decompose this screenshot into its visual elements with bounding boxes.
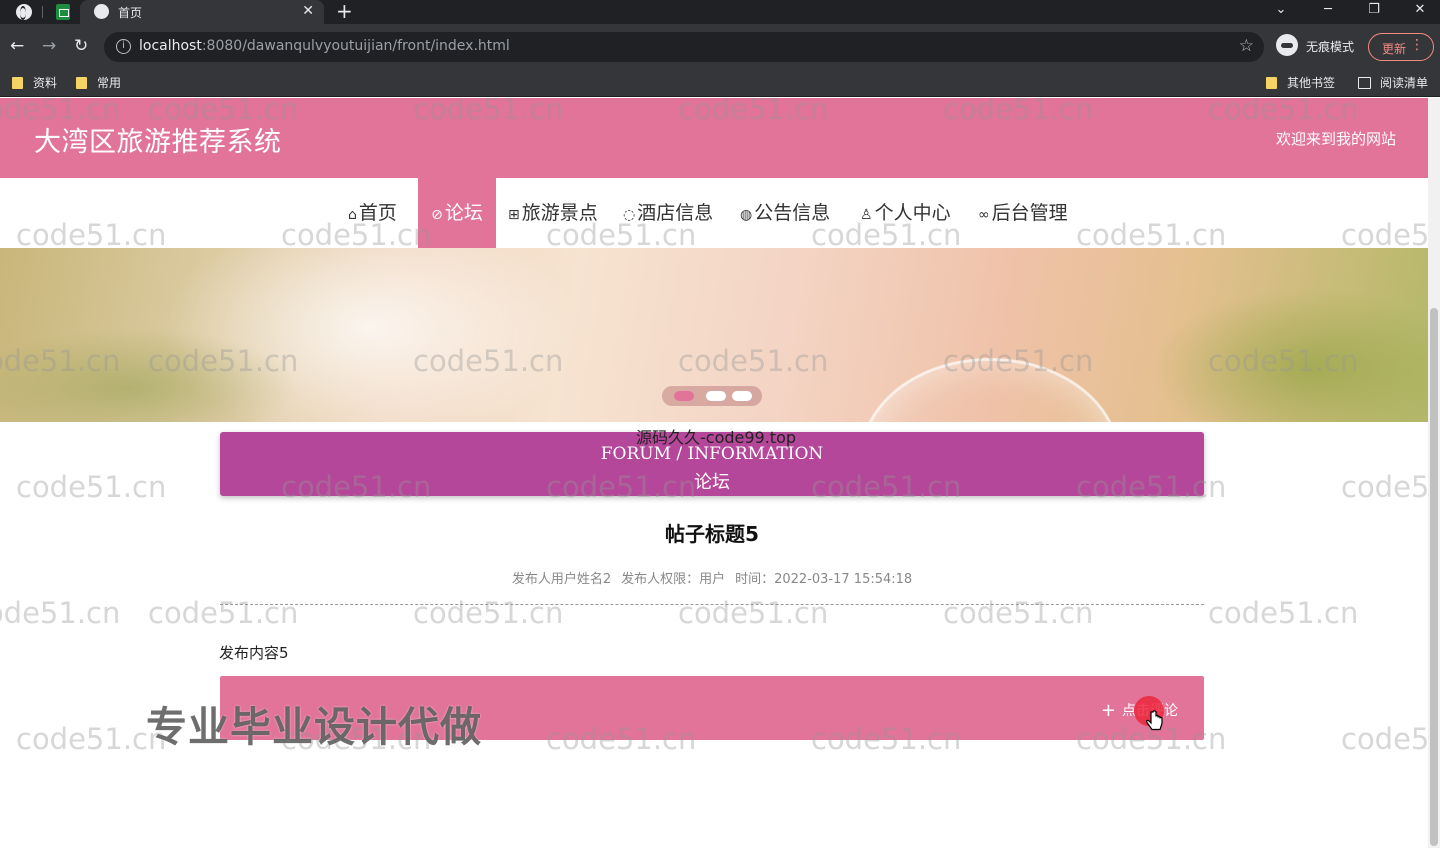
main-nav: ⌂ 首页 ⊘ 论坛 ⊞ 旅游景点 ◌ 酒店信息 ◍ 公告信息 ♙ 个人中心 ∞ 后台管理 xyxy=(0,178,1428,248)
bookmark-folder[interactable]: 常用 xyxy=(76,74,121,92)
folder-icon xyxy=(12,77,23,89)
url-host: localhost xyxy=(139,38,202,54)
folder-icon xyxy=(76,77,87,89)
update-button[interactable]: 更新 ⋮ xyxy=(1368,33,1434,61)
watermark: code51.cn xyxy=(148,596,299,630)
url-text[interactable]: localhost:8080/dawanqulvyoutuijian/front… xyxy=(139,38,510,54)
tab-separator xyxy=(42,6,43,18)
page-viewport: 大湾区旅游推荐系统 欢迎来到我的网站 ⌂ 首页 ⊘ 论坛 ⊞ 旅游景点 ◌ 酒店信息 ◍… xyxy=(0,98,1440,848)
site-title: 大湾区旅游推荐系统 xyxy=(34,127,282,158)
browser-tab-strip: 首页 ✕ + ⌄ ─ ❐ ✕ xyxy=(0,0,1440,24)
globe-icon xyxy=(94,4,109,19)
address-bar[interactable]: i localhost:8080/dawanqulvyoutuijian/fro… xyxy=(104,32,1264,62)
nav-item-admin[interactable]: ∞ 后台管理 xyxy=(978,178,1068,248)
globe-icon[interactable] xyxy=(16,4,32,20)
section-title-cn: 论坛 xyxy=(694,472,730,493)
update-label: 更新 xyxy=(1382,42,1407,56)
reload-icon[interactable]: ↻ xyxy=(74,36,88,56)
new-tab-plus-icon[interactable]: + xyxy=(336,0,353,22)
chevron-down-icon[interactable]: ⌄ xyxy=(1258,0,1304,24)
carousel-indicators xyxy=(662,386,762,406)
post-author: 发布人用户姓名2 xyxy=(511,572,612,587)
spreadsheet-tab-icon[interactable] xyxy=(56,4,70,20)
plus-icon: + xyxy=(1100,700,1116,721)
watermark: code51.cn xyxy=(678,596,829,630)
more-vert-icon: ⋮ xyxy=(1410,37,1424,53)
back-arrow-icon[interactable]: ← xyxy=(10,36,24,56)
profile-label: 无痕模式 xyxy=(1306,40,1355,54)
carousel-dot[interactable] xyxy=(706,391,726,401)
nav-item-hotel[interactable]: ◌ 酒店信息 xyxy=(623,178,713,248)
post-time: 时间：2022-03-17 15:54:18 xyxy=(735,572,913,587)
bookmarks-bar: 资料 常用 其他书签 阅读清单 xyxy=(0,70,1440,97)
scenic-icon: ⊞ xyxy=(508,207,520,223)
bookmark-star-icon[interactable]: ☆ xyxy=(1239,36,1254,56)
nav-item-forum[interactable]: ⊘ 论坛 xyxy=(418,178,496,248)
site-header: 大湾区旅游推荐系统 欢迎来到我的网站 xyxy=(0,98,1428,178)
bookmark-label: 资料 xyxy=(33,76,58,90)
nav-item-scenic[interactable]: ⊞ 旅游景点 xyxy=(508,178,598,248)
page-scrollbar[interactable] xyxy=(1428,98,1440,848)
incognito-icon xyxy=(1276,34,1298,56)
post-title: 帖子标题5 xyxy=(665,522,759,546)
welcome-text: 欢迎来到我的网站 xyxy=(1275,130,1396,148)
url-path: :8080/dawanqulvyoutuijian/front/index.ht… xyxy=(201,38,510,54)
bookmark-label: 其他书签 xyxy=(1287,76,1336,90)
forum-icon: ⊘ xyxy=(431,207,443,223)
watermark: code51.cn xyxy=(413,596,564,630)
nav-item-notice[interactable]: ◍ 公告信息 xyxy=(740,178,830,248)
nav-label: 酒店信息 xyxy=(637,202,714,224)
scrollbar-thumb[interactable] xyxy=(1430,308,1438,846)
watermark: code51.cn xyxy=(943,596,1094,630)
home-icon: ⌂ xyxy=(348,207,357,223)
watermark: code51.cn xyxy=(1341,470,1440,504)
nav-label: 公告信息 xyxy=(754,202,831,224)
nav-label: 旅游景点 xyxy=(521,202,598,224)
post-role: 发布人权限：用户 xyxy=(621,572,726,587)
divider xyxy=(220,604,1204,605)
nav-item-user-center[interactable]: ♙ 个人中心 xyxy=(860,178,951,248)
banner-foliage xyxy=(1150,288,1428,422)
nav-item-home[interactable]: ⌂ 首页 xyxy=(348,178,397,248)
watermark: code51.cn xyxy=(0,596,121,630)
hotel-icon: ◌ xyxy=(623,207,636,223)
watermark: code51.cn xyxy=(1208,596,1359,630)
watermark: code51.cn xyxy=(16,470,167,504)
bookmark-label: 阅读清单 xyxy=(1380,76,1429,90)
nav-label: 个人中心 xyxy=(874,202,951,224)
minimize-icon[interactable]: ─ xyxy=(1305,0,1351,24)
forward-arrow-icon[interactable]: → xyxy=(42,36,56,56)
restore-icon[interactable]: ❐ xyxy=(1351,0,1397,24)
carousel-dot[interactable] xyxy=(674,391,694,401)
active-tab[interactable]: 首页 ✕ xyxy=(80,0,324,24)
carousel-dot[interactable] xyxy=(732,391,752,401)
reading-list[interactable]: 阅读清单 xyxy=(1358,74,1428,92)
browser-toolbar: ← → ↻ i localhost:8080/dawanqulvyoutuiji… xyxy=(0,24,1440,70)
post-content: 发布内容5 xyxy=(219,644,289,662)
site-info-icon[interactable]: i xyxy=(116,39,131,54)
close-icon[interactable]: ✕ xyxy=(302,2,314,20)
bookmark-label: 常用 xyxy=(97,76,122,90)
watermark: code51.cn xyxy=(1341,722,1440,756)
reading-list-icon xyxy=(1358,77,1371,89)
banner-bubble xyxy=(860,358,1120,422)
promo-overlay-text: 专业毕业设计代做 xyxy=(146,703,482,751)
post-meta: 发布人用户姓名2 发布人权限：用户 时间：2022-03-17 15:54:18 xyxy=(0,568,1424,587)
source-overlay-text: 源码久久-code99.top xyxy=(636,428,797,447)
notice-icon: ◍ xyxy=(740,207,753,223)
folder-icon xyxy=(1266,77,1277,89)
bookmark-folder[interactable]: 资料 xyxy=(12,74,57,92)
tab-title: 首页 xyxy=(118,6,143,20)
nav-label: 首页 xyxy=(358,202,397,224)
link-icon: ∞ xyxy=(978,207,990,223)
nav-label: 后台管理 xyxy=(991,202,1068,224)
banner-carousel[interactable] xyxy=(0,248,1428,422)
other-bookmarks[interactable]: 其他书签 xyxy=(1266,74,1335,92)
watermark: code51.cn xyxy=(16,722,167,756)
close-window-icon[interactable]: ✕ xyxy=(1397,0,1440,24)
user-icon: ♙ xyxy=(860,207,873,223)
nav-label: 论坛 xyxy=(444,202,483,224)
